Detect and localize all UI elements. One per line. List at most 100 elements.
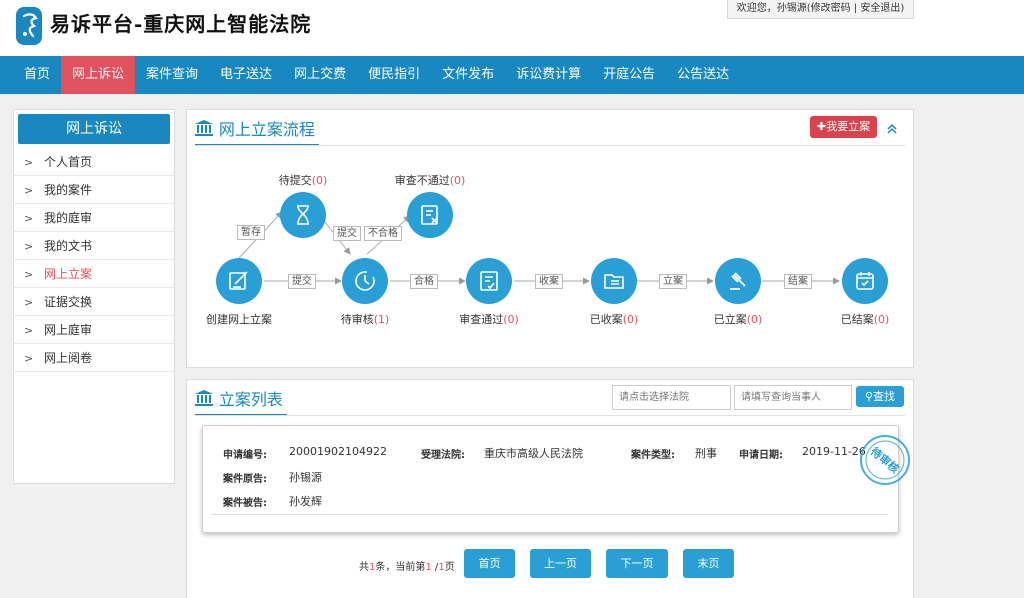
divider [211, 514, 888, 515]
defendant-label: 案件被告: [223, 498, 267, 509]
status-stamp-text: 待审核 [867, 443, 902, 476]
chevron-right-icon: > [24, 324, 34, 337]
list-title-text: 立案列表 [218, 390, 283, 409]
sidebar-item-evidence-exchange[interactable]: > 证据交换 [14, 288, 174, 316]
sidebar-item-label: 网上阅卷 [44, 351, 93, 365]
flow-node-review-pass[interactable] [466, 258, 512, 304]
nav-online-litigation[interactable]: 网上诉讼 [61, 56, 136, 94]
flow-label-review-pass: 审查通过(0) [459, 313, 519, 326]
edge-label-save: 暂存 [237, 225, 265, 240]
sidebar-item-my-hearings[interactable]: > 我的庭审 [14, 204, 174, 232]
flow-label-to-submit: 待提交(0) [278, 174, 328, 187]
flow-node-pending-review[interactable] [342, 258, 388, 304]
flow-label-pending-review: 待审核(1) [340, 313, 390, 326]
flow-node-create[interactable] [216, 258, 262, 304]
sidebar-item-my-cases[interactable]: > 我的案件 [14, 176, 174, 204]
hourglass-icon [297, 205, 309, 225]
flow-node-filed[interactable] [715, 258, 761, 304]
sidebar-item-label: 网上庭审 [44, 323, 93, 337]
sidebar-item-online-files[interactable]: > 网上阅卷 [14, 344, 174, 372]
nav-public-service[interactable]: 公告送达 [666, 56, 740, 94]
flow-node-closed[interactable] [842, 258, 888, 304]
nav-guide[interactable]: 便民指引 [357, 56, 431, 94]
flow-label-review-fail: 审查不通过(0) [394, 174, 466, 187]
welcome-text: 欢迎您，孙锡源 [736, 3, 807, 14]
case-type-value: 刑事 [695, 447, 717, 460]
nav-fee-calculator[interactable]: 诉讼费计算 [505, 56, 592, 94]
change-password-link[interactable]: (修改密码 [807, 3, 851, 14]
nav-hearing-notices[interactable]: 开庭公告 [592, 56, 666, 94]
nav-documents[interactable]: 文件发布 [431, 56, 505, 94]
defendant-value: 孙发辉 [289, 495, 322, 508]
plaintiff-value: 孙锡源 [289, 471, 322, 484]
court-select-input[interactable] [612, 385, 731, 410]
sidebar-item-my-documents[interactable]: > 我的文书 [14, 232, 174, 260]
sidebar-item-label: 个人首页 [44, 155, 93, 169]
chevron-right-icon: > [24, 212, 34, 225]
last-page-button[interactable]: 末页 [683, 549, 734, 578]
sidebar-item-online-hearing[interactable]: > 网上庭审 [14, 316, 174, 344]
header: 易诉平台-重庆网上智能法院 欢迎您，孙锡源(修改密码 | 安全退出) [0, 0, 1024, 56]
court-label: 受理法院: [421, 450, 465, 461]
sidebar-item-label: 证据交换 [44, 295, 93, 309]
next-page-button[interactable]: 下一页 [606, 549, 668, 578]
list-panel-title: 立案列表 [195, 386, 287, 416]
apply-date-value: 2019-11-26 [802, 445, 866, 458]
flow-label-create: 创建网上立案 [206, 313, 272, 326]
case-type-label: 案件类型: [631, 450, 675, 461]
divider [195, 415, 905, 416]
gavel-icon [730, 272, 746, 290]
plaintiff-label: 案件原告: [223, 474, 267, 485]
party-search-input[interactable] [734, 385, 852, 410]
chevron-right-icon: > [24, 296, 34, 309]
apply-no-label: 申请编号: [223, 450, 267, 461]
main-nav: 首页 网上诉讼 案件查询 电子送达 网上交费 便民指引 文件发布 诉讼费计算 开… [0, 56, 1024, 94]
flow-node-review-fail[interactable] [407, 192, 453, 238]
search-icon: ⚲ [864, 390, 874, 403]
folder-icon [604, 274, 624, 289]
pagination-info: 共1条，当前第1 /1页 [359, 562, 455, 573]
edge-label-fail: 不合格 [364, 226, 402, 241]
flow-label-filed: 已立案(0) [713, 313, 763, 326]
flow-label-closed: 已结案(0) [840, 313, 890, 326]
prev-page-button[interactable]: 上一页 [530, 549, 591, 578]
edge-label-receive: 收案 [535, 274, 563, 289]
sidebar-item-label: 我的庭审 [44, 211, 93, 225]
approved-document-icon [480, 271, 498, 291]
search-button-label: 查找 [873, 390, 896, 403]
nav-online-payment[interactable]: 网上交费 [283, 56, 357, 94]
calendar-check-icon [856, 272, 874, 290]
nav-case-query[interactable]: 案件查询 [135, 56, 209, 94]
edge-label-file: 立案 [659, 274, 687, 289]
clock-icon [355, 271, 375, 291]
sidebar-item-home[interactable]: > 个人首页 [14, 148, 174, 176]
nav-home[interactable]: 首页 [0, 56, 61, 94]
flow-node-received[interactable] [591, 258, 637, 304]
sidebar-item-label: 我的文书 [44, 239, 93, 253]
rejected-document-icon [421, 205, 438, 225]
sidebar-item-online-filing[interactable]: > 网上立案 [14, 260, 174, 288]
flow-connectors [238, 211, 840, 285]
sidebar-menu: > 个人首页 > 我的案件 > 我的庭审 > 我的文书 > 网上立案 > 证据交换 > 网上庭… [14, 148, 174, 372]
case-card[interactable]: 申请编号: 20001902104922 受理法院: 重庆市高级人民法院 案件类… [202, 425, 910, 533]
flow-label-received: 已收案(0) [589, 313, 639, 326]
flow-node-to-submit[interactable] [280, 192, 326, 238]
court-logo-icon [16, 7, 42, 45]
edge-label-pass: 合格 [410, 274, 438, 289]
logout-link[interactable]: 安全退出) [860, 3, 904, 14]
sidebar-item-label: 我的案件 [44, 183, 93, 197]
edge-label-close: 结案 [784, 274, 812, 289]
court-building-icon [195, 390, 213, 406]
chevron-right-icon: > [24, 156, 34, 169]
site-title: 易诉平台-重庆网上智能法院 [50, 12, 312, 36]
chevron-right-icon: > [24, 268, 34, 281]
search-button[interactable]: ⚲查找 [856, 386, 904, 407]
sidebar-title: 网上诉讼 [18, 114, 170, 144]
chevron-right-icon: > [24, 352, 34, 365]
apply-date-label: 申请日期: [739, 450, 783, 461]
welcome-bar: 欢迎您，孙锡源(修改密码 | 安全退出) [727, 0, 914, 19]
first-page-button[interactable]: 首页 [464, 549, 515, 578]
edit-document-icon [229, 271, 248, 290]
nav-e-service[interactable]: 电子送达 [209, 56, 283, 94]
apply-no-value: 20001902104922 [289, 445, 387, 458]
